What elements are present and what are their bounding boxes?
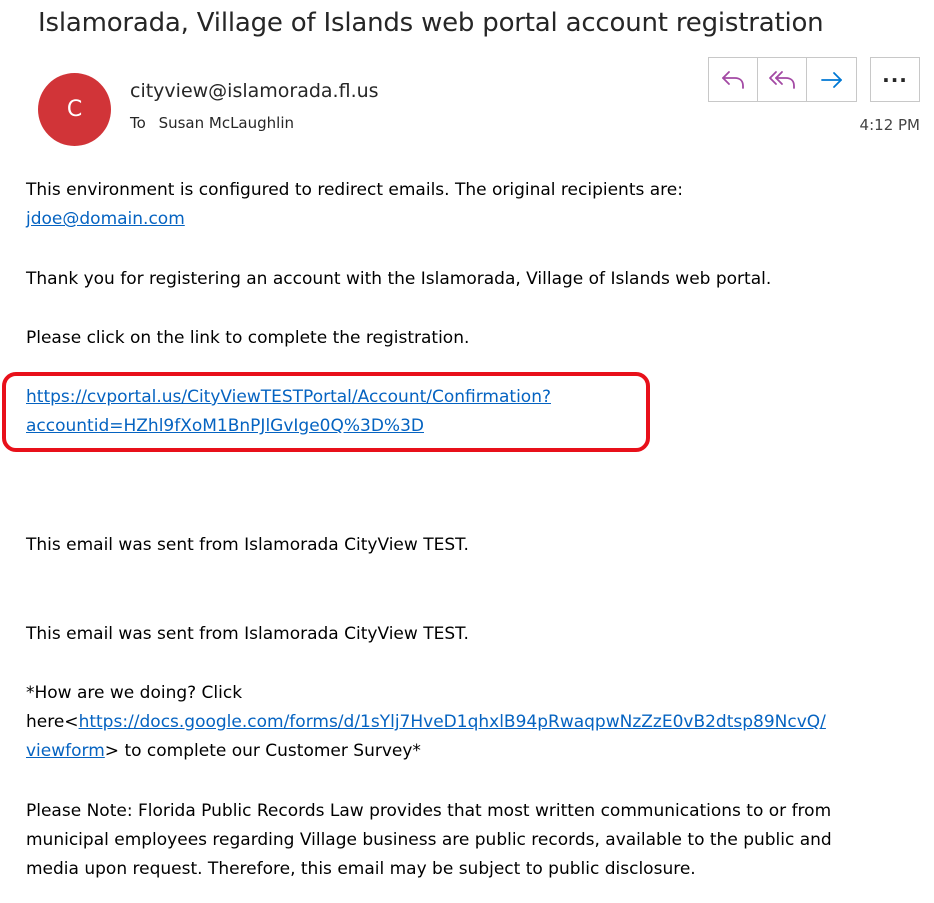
reply-icon — [722, 70, 744, 89]
confirmation-link-line2[interactable]: accountid=HZhl9fXoM1BnPJlGvIge0Q%3D%3D — [26, 416, 424, 436]
survey-line1: *How are we doing? Click — [26, 683, 243, 703]
note-line3: media upon request. Therefore, this emai… — [26, 859, 696, 879]
avatar-initial: C — [66, 97, 83, 122]
redirect-email-paragraph: jdoe@domain.com — [26, 205, 185, 234]
note-line1: Please Note: Florida Public Records Law … — [26, 801, 832, 821]
sender-avatar: C — [38, 73, 111, 146]
reply-all-button[interactable] — [758, 58, 807, 101]
recipient-name[interactable]: Susan McLaughlin — [159, 114, 294, 132]
thanks-paragraph: Thank you for registering an account wit… — [26, 269, 772, 289]
message-actions — [708, 57, 857, 102]
sender-address[interactable]: cityview@islamorada.fl.us — [130, 80, 379, 102]
more-button[interactable]: ··· — [870, 57, 920, 102]
note-line2: municipal employees regarding Village bu… — [26, 830, 832, 850]
survey-suffix: > to complete our Customer Survey* — [104, 741, 421, 761]
to-label: To — [130, 114, 146, 132]
redirect-email-link[interactable]: jdoe@domain.com — [26, 209, 185, 229]
survey-link-line2[interactable]: viewform — [26, 741, 105, 761]
sent-from-paragraph-1: This email was sent from Islamorada City… — [26, 535, 469, 555]
survey-paragraph: *How are we doing? Click here<https://do… — [26, 679, 826, 766]
email-subject: Islamorada, Village of Islands web porta… — [38, 8, 824, 38]
recipient-line: To Susan McLaughlin — [130, 114, 294, 132]
redirect-notice: This environment is configured to redire… — [26, 180, 683, 200]
public-records-note: Please Note: Florida Public Records Law … — [26, 797, 832, 884]
received-time: 4:12 PM — [859, 116, 920, 134]
confirmation-link-paragraph: https://cvportal.us/CityViewTESTPortal/A… — [26, 383, 551, 441]
forward-icon — [820, 71, 842, 88]
survey-prefix: here< — [26, 712, 79, 732]
instruction-paragraph: Please click on the link to complete the… — [26, 328, 470, 348]
reply-all-icon — [769, 70, 795, 89]
reply-button[interactable] — [709, 58, 758, 101]
forward-button[interactable] — [807, 58, 856, 101]
sent-from-paragraph-2: This email was sent from Islamorada City… — [26, 624, 469, 644]
confirmation-link-line1[interactable]: https://cvportal.us/CityViewTESTPortal/A… — [26, 387, 551, 407]
more-icon: ··· — [882, 67, 908, 92]
survey-link-line1[interactable]: https://docs.google.com/forms/d/1sYlj7Hv… — [79, 712, 826, 732]
